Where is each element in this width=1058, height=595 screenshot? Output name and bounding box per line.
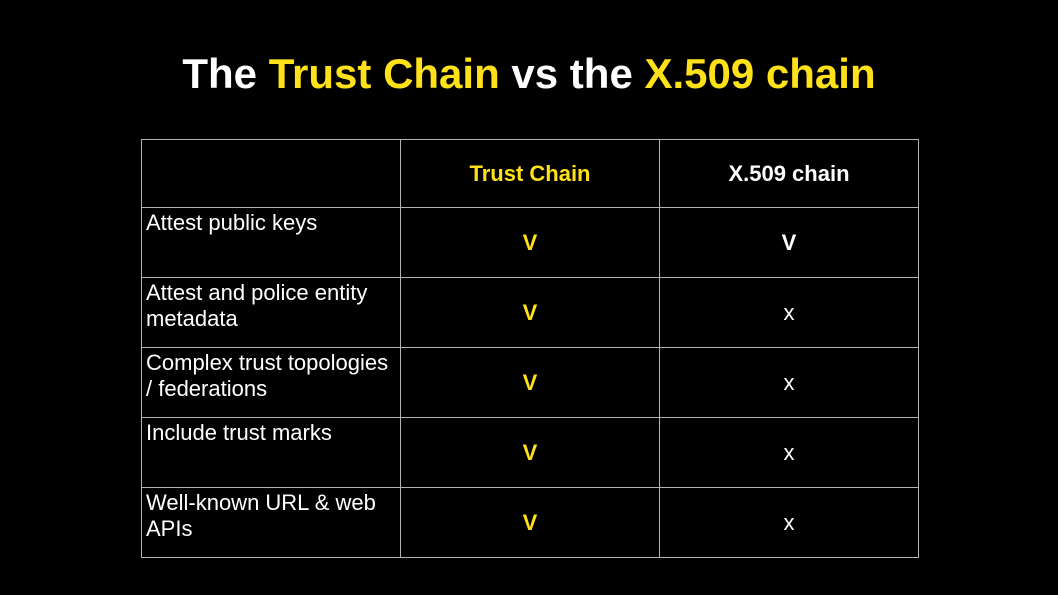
feature-label: Attest and police entity metadata — [141, 277, 401, 348]
x509-cross-mark: x — [659, 487, 919, 558]
x509-cross-mark: x — [659, 347, 919, 418]
header-trust-chain: Trust Chain — [400, 139, 660, 208]
trust-chain-check-mark: V — [400, 277, 660, 348]
table-row: Attest public keys V V — [141, 207, 919, 278]
trust-chain-check-mark: V — [400, 487, 660, 558]
header-row: Trust Chain X.509 chain — [141, 139, 919, 208]
table-row: Attest and police entity metadata V x — [141, 277, 919, 348]
title-text-trust-chain: Trust Chain — [268, 50, 500, 97]
feature-label: Include trust marks — [141, 417, 401, 488]
table-row: Complex trust topologies / federations V… — [141, 347, 919, 418]
title-text-x509-chain: X.509 chain — [644, 50, 876, 97]
trust-chain-check-mark: V — [400, 417, 660, 488]
trust-chain-check-mark: V — [400, 347, 660, 418]
header-x509-chain: X.509 chain — [659, 139, 919, 208]
feature-label: Well-known URL & web APIs — [141, 487, 401, 558]
x509-check-mark: V — [659, 207, 919, 278]
table-row: Include trust marks V x — [141, 417, 919, 488]
feature-label: Complex trust topologies / federations — [141, 347, 401, 418]
header-empty-cell — [141, 139, 401, 208]
trust-chain-check-mark: V — [400, 207, 660, 278]
table-row: Well-known URL & web APIs V x — [141, 487, 919, 558]
title-text-vs-the: vs the — [499, 50, 645, 97]
x509-cross-mark: x — [659, 277, 919, 348]
slide-title: The Trust Chain vs the X.509 chain — [0, 50, 1058, 98]
comparison-table: Trust Chain X.509 chain Attest public ke… — [141, 139, 919, 558]
feature-label: Attest public keys — [141, 207, 401, 278]
x509-cross-mark: x — [659, 417, 919, 488]
title-text-the: The — [182, 50, 269, 97]
